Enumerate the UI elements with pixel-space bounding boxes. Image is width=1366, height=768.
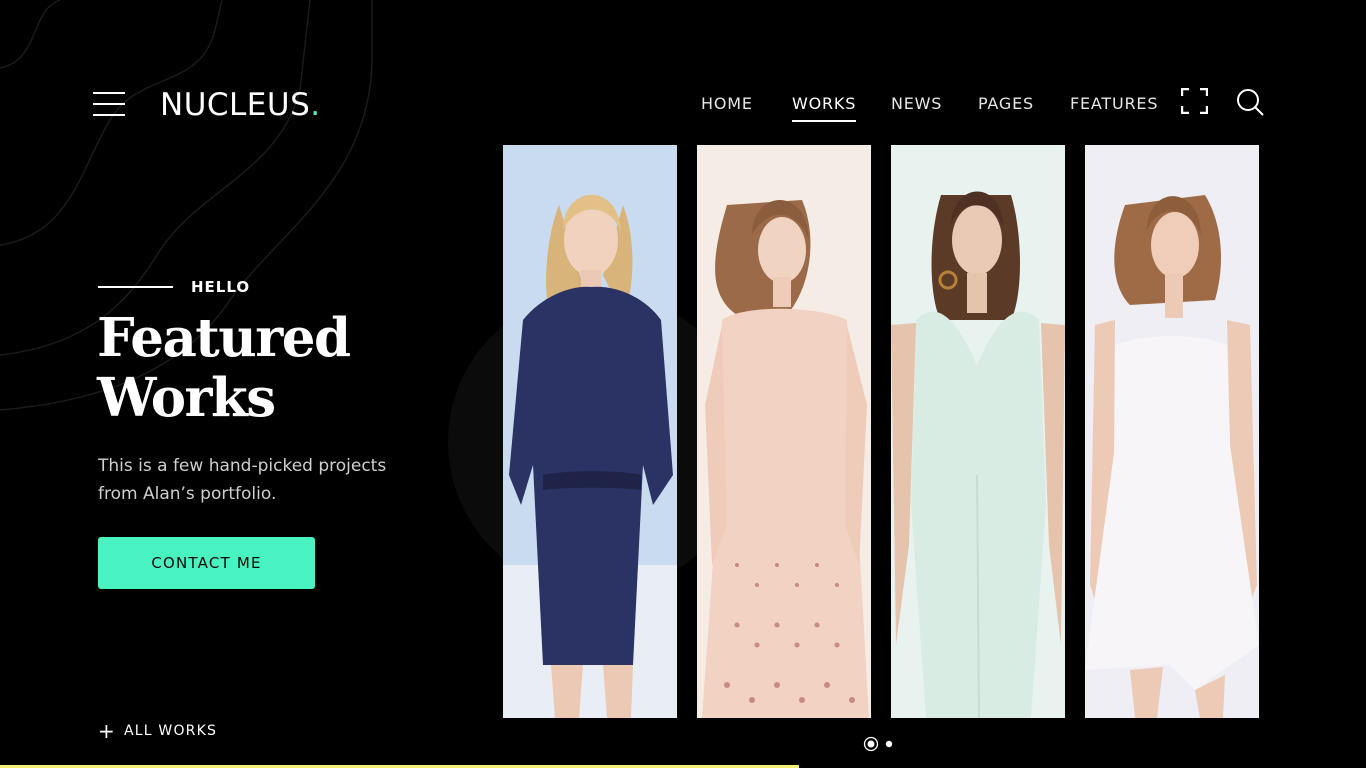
nav-item-pages[interactable]: PAGES — [978, 94, 1034, 114]
model-photo — [697, 145, 871, 718]
eyebrow-line — [98, 286, 173, 288]
contact-me-button[interactable]: CONTACT ME — [98, 537, 315, 589]
model-photo — [891, 145, 1065, 718]
page-title-line-1: Featured — [97, 307, 351, 369]
nav-item-home[interactable]: HOME — [701, 94, 753, 114]
fullscreen-icon[interactable] — [1181, 88, 1208, 114]
eyebrow-text: HELLO — [191, 278, 251, 296]
all-works-label: ALL WORKS — [123, 723, 218, 739]
gallery-card-white-dress[interactable] — [1085, 145, 1259, 718]
all-works-link[interactable]: + ALL WORKS — [98, 719, 218, 743]
featured-works-slide: NUCLEUS. HOME WORKS NEWS PAGES FEATURES … — [0, 0, 1366, 768]
slider-pagination — [863, 736, 903, 752]
gallery-card-navy-dress[interactable] — [503, 145, 677, 718]
page-title-line-2: Works — [97, 367, 276, 429]
hero-description: This is a few hand-picked projects from … — [98, 456, 387, 504]
search-icon[interactable] — [1236, 88, 1264, 116]
logo-dot: . — [310, 87, 321, 123]
nav-item-features[interactable]: FEATURES — [1070, 94, 1158, 114]
garment — [702, 308, 869, 718]
hamburger-menu-icon[interactable] — [93, 92, 125, 116]
nav-item-news[interactable]: NEWS — [891, 94, 942, 114]
model-photo — [503, 145, 677, 718]
page-title: Featured Works — [97, 308, 427, 428]
logo[interactable]: NUCLEUS. — [160, 86, 321, 124]
gallery-card-mint-jumpsuit[interactable] — [891, 145, 1065, 718]
gallery-card-pink-lace-dress[interactable] — [697, 145, 871, 718]
logo-text: NUCLEUS — [160, 87, 311, 123]
nav-item-works[interactable]: WORKS — [792, 94, 857, 122]
model-photo — [1085, 145, 1259, 718]
pagination-dot-1-active[interactable] — [863, 736, 879, 752]
plus-icon: + — [98, 719, 116, 743]
pagination-dot-2[interactable] — [885, 740, 893, 748]
